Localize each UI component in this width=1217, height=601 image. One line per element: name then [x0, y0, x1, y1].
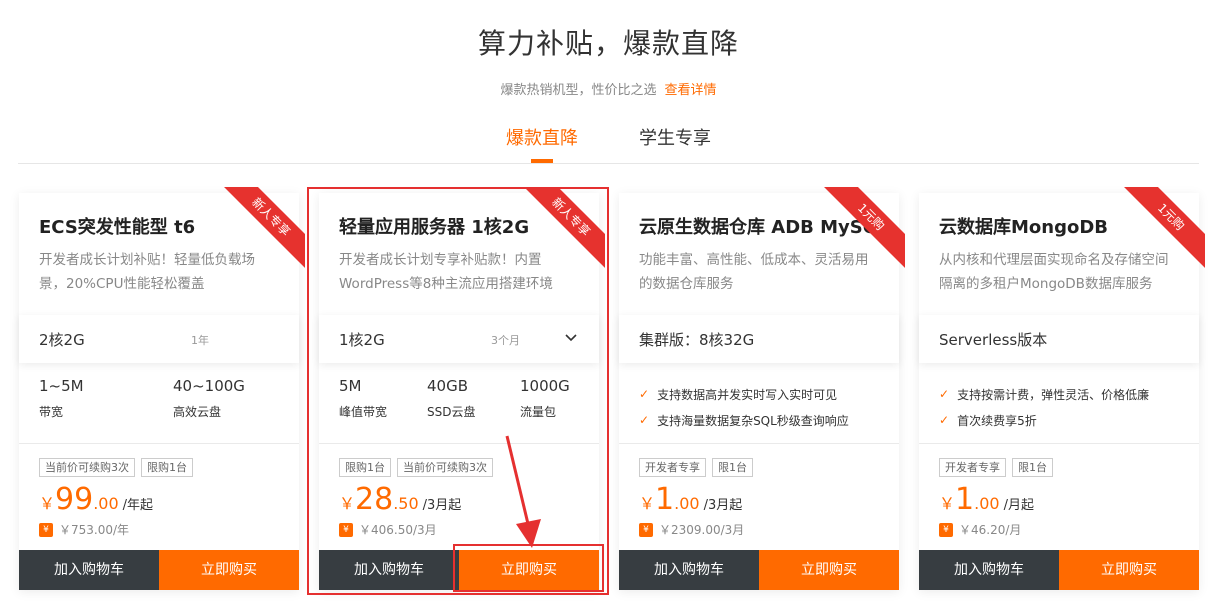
price: ￥1.00/月起 — [939, 482, 1034, 517]
tab-student[interactable]: 学生专享 — [639, 124, 711, 150]
tag-icon: ¥ — [39, 522, 53, 537]
tabs-divider — [18, 163, 1199, 164]
original-price-text: ￥2309.00/3月 — [659, 523, 745, 537]
annotation-highlight-buy-button — [453, 544, 604, 592]
annotation-highlight-card — [307, 187, 609, 595]
spec-selector[interactable]: Serverless版本 — [919, 315, 1199, 363]
add-to-cart-button[interactable]: 加入购物车 — [619, 550, 759, 590]
original-price-text: ￥753.00/年 — [59, 523, 130, 537]
spec-selector[interactable]: 2核2G 1年 — [19, 315, 299, 363]
price: ￥99.00/年起 — [39, 482, 153, 517]
annotation-arrow-icon — [505, 435, 541, 548]
original-price: ¥ ￥2309.00/3月 — [639, 521, 744, 538]
add-to-cart-button[interactable]: 加入购物车 — [19, 550, 159, 590]
feature-text: 支持数据高并发实时写入实时可见 — [657, 387, 838, 402]
price-unit: /3月起 — [703, 498, 743, 513]
product-card-adb-mysql: 云原生数据仓库 ADB MySQL 1元购 功能丰富、高性能、低成本、灵活易用的… — [619, 187, 905, 590]
tab-bar: 爆款直降 学生专享 — [0, 118, 1217, 164]
tag: 限购1台 — [141, 458, 193, 477]
tab-hot-deals[interactable]: 爆款直降 — [506, 124, 578, 150]
card-title: 云数据库MongoDB — [939, 217, 1109, 238]
page-title: 算力补贴，爆款直降 — [477, 27, 739, 60]
price-integer: 99 — [55, 482, 94, 517]
product-card-ecs: ECS突发性能型 t6 新人专享 开发者成长计划补贴！轻量低负载场景，20%CP… — [19, 187, 305, 590]
metric-label: 高效云盘 — [173, 405, 222, 419]
feature-item: ✓ 支持数据高并发实时写入实时可见 — [639, 381, 849, 407]
price-unit: /月起 — [1003, 498, 1034, 513]
metric-value: 1~5M — [39, 377, 84, 395]
spec-value: 2核2G — [39, 331, 85, 349]
card-description: 开发者成长计划补贴！轻量低负载场景，20%CPU性能轻松覆盖 — [39, 252, 255, 292]
tag: 当前价可续购3次 — [39, 458, 135, 477]
feature-list: ✓ 支持按需计费，弹性灵活、价格低廉 ✓ 首次续费享5折 — [939, 381, 1149, 433]
original-price-text: ￥46.20/月 — [959, 523, 1022, 537]
tag-icon: ¥ — [639, 522, 653, 537]
feature-item: ✓ 支持按需计费，弹性灵活、价格低廉 — [939, 381, 1149, 407]
metric-disk: 40~100G 高效云盘 — [173, 377, 245, 420]
tag: 开发者专享 — [939, 458, 1006, 477]
card-divider — [19, 443, 299, 444]
spec-duration: 1年 — [191, 334, 209, 347]
tag: 限1台 — [1012, 458, 1053, 477]
metric-label: 带宽 — [39, 405, 64, 419]
price-unit: /年起 — [122, 498, 154, 513]
spec-selector[interactable]: 集群版：8核32G — [619, 315, 899, 363]
buy-now-button[interactable]: 立即购买 — [1059, 550, 1199, 590]
check-icon: ✓ — [639, 413, 650, 427]
price: ￥1.00/3月起 — [639, 482, 742, 517]
buy-now-button[interactable]: 立即购买 — [759, 550, 899, 590]
spec-value: Serverless版本 — [939, 331, 1048, 349]
feature-item: ✓ 首次续费享5折 — [939, 407, 1149, 433]
spec-value: 集群版：8核32G — [639, 331, 755, 349]
card-description: 从内核和代理层面实现命名及存储空间隔离的多租户MongoDB数据库服务 — [939, 252, 1169, 292]
price-integer: 1 — [955, 482, 975, 517]
page-subtitle: 爆款热销机型，性价比之选 查看详情 — [0, 79, 1217, 98]
card-title: ECS突发性能型 t6 — [39, 217, 196, 238]
subtitle-text: 爆款热销机型，性价比之选 — [500, 83, 657, 98]
buy-now-button[interactable]: 立即购买 — [159, 550, 299, 590]
price-currency: ￥ — [39, 494, 56, 513]
tag-list: 开发者专享 限1台 — [639, 458, 759, 477]
tag: 开发者专享 — [639, 458, 706, 477]
product-card-mongodb: 云数据库MongoDB 1元购 从内核和代理层面实现命名及存储空间隔离的多租户M… — [919, 187, 1205, 590]
card-divider — [919, 443, 1199, 444]
metric-bandwidth: 1~5M 带宽 — [39, 377, 84, 420]
feature-text: 首次续费享5折 — [957, 413, 1037, 428]
metric-value: 40~100G — [173, 377, 245, 395]
check-icon: ✓ — [939, 387, 950, 401]
view-details-link[interactable]: 查看详情 — [665, 83, 717, 98]
original-price: ¥ ￥753.00/年 — [39, 521, 129, 538]
price-decimal: .00 — [974, 494, 1000, 513]
price-currency: ￥ — [639, 494, 656, 513]
original-price: ¥ ￥46.20/月 — [939, 521, 1021, 538]
tag-list: 开发者专享 限1台 — [939, 458, 1059, 477]
card-divider — [619, 443, 899, 444]
feature-list: ✓ 支持数据高并发实时写入实时可见 ✓ 支持海量数据复杂SQL秒级查询响应 — [639, 381, 849, 433]
price-integer: 1 — [655, 482, 675, 517]
feature-text: 支持按需计费，弹性灵活、价格低廉 — [957, 387, 1150, 402]
tag-list: 当前价可续购3次 限购1台 — [39, 458, 199, 477]
check-icon: ✓ — [939, 413, 950, 427]
price-currency: ￥ — [939, 494, 956, 513]
add-to-cart-button[interactable]: 加入购物车 — [919, 550, 1059, 590]
price-decimal: .00 — [93, 494, 119, 513]
tag: 限1台 — [712, 458, 753, 477]
price-decimal: .00 — [674, 494, 700, 513]
check-icon: ✓ — [639, 387, 650, 401]
feature-item: ✓ 支持海量数据复杂SQL秒级查询响应 — [639, 407, 849, 433]
tag-icon: ¥ — [939, 522, 953, 537]
card-description: 功能丰富、高性能、低成本、灵活易用的数据仓库服务 — [639, 252, 869, 292]
feature-text: 支持海量数据复杂SQL秒级查询响应 — [657, 413, 849, 428]
